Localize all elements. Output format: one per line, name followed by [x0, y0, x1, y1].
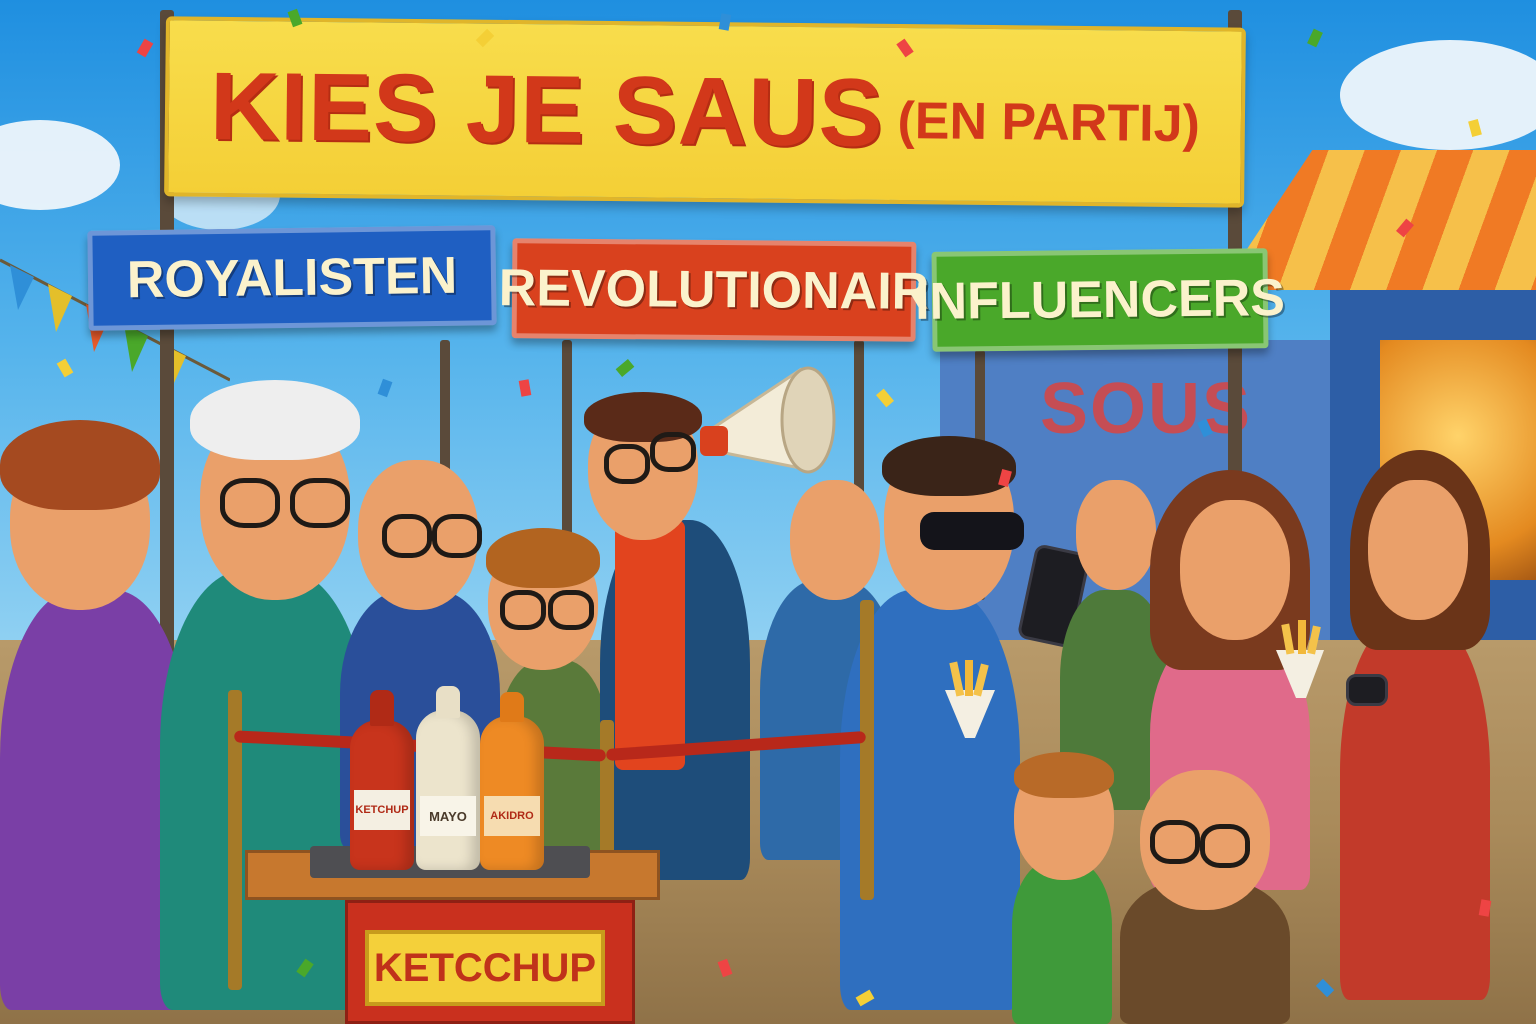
fries-cone-icon	[945, 660, 995, 738]
banner-title: KIES JE SAUS	[209, 52, 885, 167]
megaphone-icon	[700, 366, 836, 474]
main-banner: KIES JE SAUS (EN PARTIJ)	[164, 16, 1246, 208]
sign-revolutionair: REVOLUTIONAIR	[499, 238, 929, 342]
sign-influencers: INFLUENCERS	[915, 248, 1285, 352]
stanchion-post	[860, 600, 874, 900]
mayo-bottle	[416, 710, 480, 870]
fries-cone-icon	[1276, 620, 1324, 698]
bottle-label: MAYO	[420, 796, 476, 836]
bottle-cap	[500, 692, 524, 722]
smartphone-icon	[1346, 674, 1388, 706]
bottle-cap	[436, 686, 460, 718]
bottle-label: AKIDRO	[484, 796, 540, 836]
sign-label: ROYALISTEN	[126, 246, 458, 310]
bottle-cap	[370, 690, 394, 726]
sign-label: REVOLUTIONAIR	[498, 259, 930, 321]
sign-label: INFLUENCERS	[914, 269, 1286, 331]
stand-label: KETCCHUP	[365, 930, 605, 1006]
banner-subtitle: (EN PARTIJ)	[897, 92, 1201, 154]
festival-scene: SOUS KIES JE SAUS (EN PARTIJ) ROYALISTEN…	[0, 0, 1536, 1024]
stand-label-text: KETCCHUP	[373, 945, 597, 990]
sign-royalisten: ROYALISTEN	[87, 225, 497, 331]
wall-graffiti: SOUS	[1040, 369, 1253, 449]
orange-sauce-bottle	[480, 716, 544, 870]
bottle-label: KETCHUP	[354, 790, 410, 830]
